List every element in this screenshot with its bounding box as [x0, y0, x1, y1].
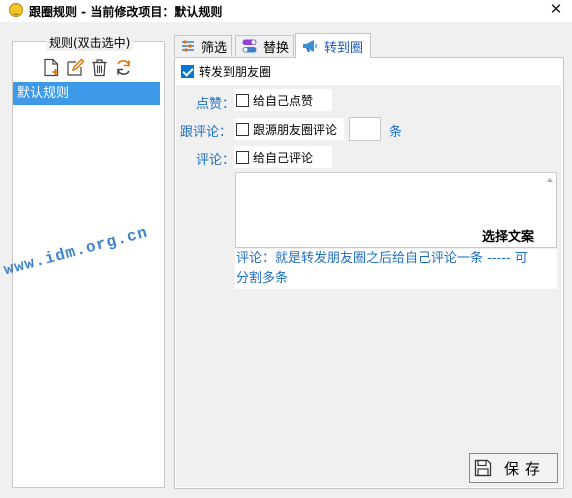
like-option[interactable]: 给自己点赞: [234, 89, 332, 111]
like-field-label: 点赞：: [196, 97, 236, 112]
forward-label: 转发到朋友圈: [199, 65, 272, 79]
refresh-icon[interactable]: [114, 58, 133, 77]
tab-replace[interactable]: 替换: [235, 35, 294, 56]
toggle-icon: [242, 39, 257, 53]
tab-forward-label: 转到圈: [324, 40, 364, 56]
follow-comment-unit: 条: [389, 125, 403, 140]
comment-option[interactable]: 给自己评论: [234, 146, 332, 168]
filter-icon: [182, 40, 194, 52]
follow-source-comment-checkbox[interactable]: [236, 122, 249, 136]
save-button[interactable]: 保存: [469, 453, 558, 483]
comment-hint: 评论：就是转发朋友圈之后给自己评论一条 ----- 可 分割多条: [235, 249, 557, 289]
like-self-checkbox[interactable]: [236, 93, 249, 107]
title-bar: 跟圈规则 - 当前修改项目：默认规则 ✕: [0, 0, 572, 22]
follow-comment-count-input[interactable]: [349, 117, 381, 141]
rules-toolbar: [42, 58, 133, 78]
like-self-label: 给自己点赞: [253, 93, 314, 108]
tab-replace-label: 替换: [263, 40, 290, 56]
follow-source-comment-label: 跟源朋友圈评论: [253, 122, 338, 137]
scroll-up-arrow-icon[interactable]: [547, 178, 553, 182]
close-button[interactable]: ✕: [540, 0, 572, 20]
rule-list-item[interactable]: 默认规则: [13, 82, 160, 105]
rules-group-caption: 规则(双击选中): [46, 34, 134, 51]
delete-rule-icon[interactable]: [90, 58, 109, 77]
comment-self-label: 给自己评论: [253, 150, 314, 165]
comment-self-checkbox[interactable]: [236, 150, 249, 164]
follow-comment-option[interactable]: 跟源朋友圈评论: [234, 118, 344, 140]
tab-filter[interactable]: 筛选: [174, 35, 232, 56]
choose-text-button[interactable]: 选择文案: [482, 226, 534, 245]
comment-field-label: 评论：: [196, 153, 236, 168]
app-smiley-icon: [9, 3, 23, 17]
edit-rule-icon[interactable]: [66, 58, 85, 77]
hint-line-2: 分割多条: [236, 271, 289, 286]
follow-comment-field-label: 跟评论：: [180, 125, 233, 140]
megaphone-icon: [303, 40, 317, 52]
new-rule-icon[interactable]: [42, 58, 61, 77]
window-title: 跟圈规则 - 当前修改项目：默认规则: [29, 5, 223, 19]
tab-filter-label: 筛选: [201, 40, 228, 56]
forward-to-moments-option[interactable]: 转发到朋友圈: [181, 63, 271, 80]
save-label: 保存: [504, 459, 547, 478]
tab-forward-to-moments[interactable]: 转到圈: [295, 33, 371, 58]
hint-line-1: 评论：就是转发朋友圈之后给自己评论一条 ----- 可: [236, 251, 528, 266]
forward-checkbox[interactable]: [181, 65, 194, 78]
floppy-disk-icon: [474, 459, 492, 477]
